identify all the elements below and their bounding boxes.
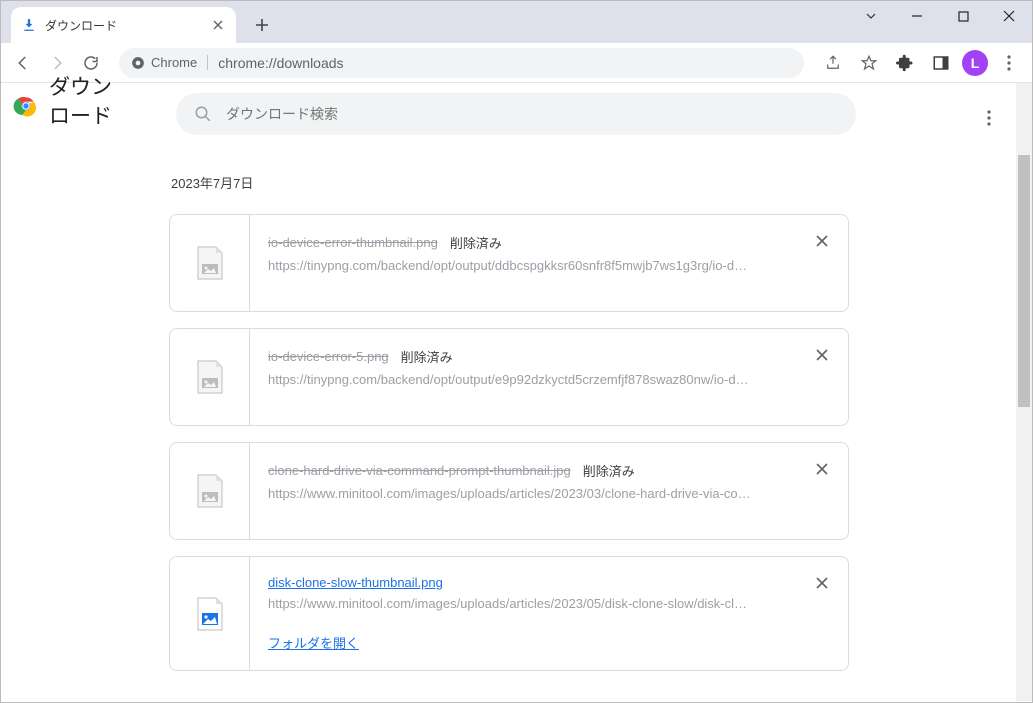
source-url[interactable]: https://tinypng.com/backend/opt/output/e… — [268, 372, 768, 387]
filename: io-device-error-thumbnail.png — [268, 235, 438, 250]
window-close[interactable] — [986, 1, 1032, 31]
site-chip: Chrome — [131, 55, 208, 70]
tab-close-button[interactable] — [210, 17, 226, 33]
remove-item-button[interactable] — [812, 345, 832, 365]
bookmark-icon[interactable] — [854, 48, 884, 78]
share-icon[interactable] — [818, 48, 848, 78]
tab-title: ダウンロード — [45, 17, 210, 34]
page-content: ダウンロード 2023年7月7日 io-device-error-thumbna… — [1, 83, 1032, 702]
window-minimize[interactable] — [894, 1, 940, 31]
search-icon — [194, 105, 212, 123]
window-controls — [848, 1, 1032, 33]
url-text: chrome://downloads — [218, 55, 343, 71]
chrome-icon — [131, 56, 145, 70]
download-item: clone-hard-drive-via-command-prompt-thum… — [169, 442, 849, 540]
download-item: io-device-error-thumbnail.png 削除済み https… — [169, 214, 849, 312]
page-title: ダウンロード — [49, 73, 115, 132]
site-chip-label: Chrome — [151, 55, 197, 70]
window-maximize[interactable] — [940, 1, 986, 31]
address-bar[interactable]: Chrome chrome://downloads — [119, 48, 804, 78]
source-url[interactable]: https://tinypng.com/backend/opt/output/d… — [268, 258, 768, 273]
remove-item-button[interactable] — [812, 231, 832, 251]
page-menu-button[interactable] — [974, 103, 1004, 133]
source-url[interactable]: https://www.minitool.com/images/uploads/… — [268, 486, 768, 501]
search-bar[interactable] — [176, 93, 856, 135]
scrollbar-thumb[interactable] — [1018, 155, 1030, 407]
filename: io-device-error-5.png — [268, 349, 389, 364]
file-icon-area — [170, 443, 250, 539]
status-label: 削除済み — [401, 347, 453, 366]
source-url[interactable]: https://www.minitool.com/images/uploads/… — [268, 596, 768, 611]
file-icon-area — [170, 215, 250, 311]
download-item: io-device-error-5.png 削除済み https://tinyp… — [169, 328, 849, 426]
image-file-icon — [196, 474, 224, 508]
browser-menu-button[interactable] — [994, 48, 1024, 78]
image-file-icon — [196, 597, 224, 631]
file-icon-area — [170, 329, 250, 425]
image-file-icon — [196, 246, 224, 280]
extensions-icon[interactable] — [890, 48, 920, 78]
window-titlebar: ダウンロード — [1, 1, 1032, 43]
search-input[interactable] — [226, 106, 838, 122]
download-item: disk-clone-slow-thumbnail.png https://ww… — [169, 556, 849, 671]
remove-item-button[interactable] — [812, 573, 832, 593]
page-header: ダウンロード — [13, 73, 115, 132]
remove-item-button[interactable] — [812, 459, 832, 479]
image-file-icon — [196, 360, 224, 394]
filename: clone-hard-drive-via-command-prompt-thum… — [268, 463, 571, 478]
new-tab-button[interactable] — [248, 11, 276, 39]
status-label: 削除済み — [583, 461, 635, 480]
chrome-logo-icon — [13, 93, 39, 119]
download-icon — [21, 17, 37, 33]
show-in-folder-link[interactable]: フォルダを開く — [268, 633, 800, 652]
window-dropdown[interactable] — [848, 1, 894, 31]
filename-link[interactable]: disk-clone-slow-thumbnail.png — [268, 575, 443, 590]
status-label: 削除済み — [450, 233, 502, 252]
profile-avatar[interactable]: L — [962, 50, 988, 76]
browser-toolbar: Chrome chrome://downloads L — [1, 43, 1032, 83]
vertical-scrollbar[interactable] — [1016, 83, 1032, 701]
browser-tab[interactable]: ダウンロード — [11, 7, 236, 43]
date-heading: 2023年7月7日 — [171, 173, 849, 192]
file-icon-area — [170, 557, 250, 670]
downloads-list: 2023年7月7日 io-device-error-thumbnail.png … — [169, 173, 849, 687]
sidepanel-icon[interactable] — [926, 48, 956, 78]
